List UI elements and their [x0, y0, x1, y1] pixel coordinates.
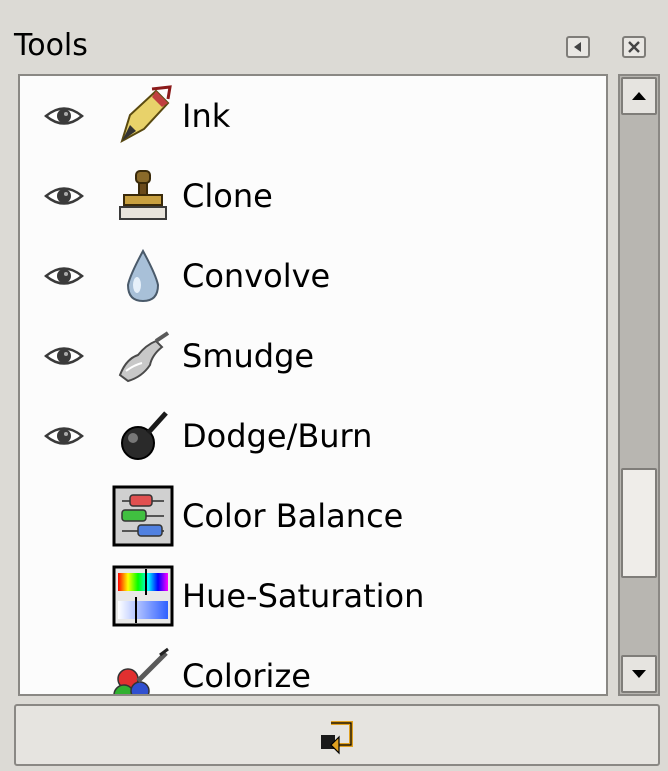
tools-list[interactable]: Ink Clone Convolve Smudge Dodge/Burn Col…: [18, 74, 608, 696]
smudge-finger-icon: [118, 331, 170, 383]
ink-pen-icon: [120, 85, 172, 144]
list-item[interactable]: Hue-Saturation: [20, 556, 606, 636]
panel-title: Tools: [14, 28, 88, 63]
color-balance-icon: [112, 485, 174, 547]
dodge-burn-icon: [121, 411, 168, 460]
hue-saturation-icon: [112, 565, 174, 627]
eye-icon[interactable]: [44, 103, 84, 129]
list-item[interactable]: Smudge: [20, 316, 606, 396]
tool-label: Smudge: [182, 337, 315, 375]
eye-icon[interactable]: [44, 423, 84, 449]
clone-stamp-icon: [119, 170, 167, 220]
vertical-scrollbar[interactable]: [618, 74, 660, 696]
tool-label: Hue-Saturation: [182, 577, 425, 615]
eye-icon[interactable]: [44, 343, 84, 369]
convolve-drop-icon: [126, 248, 160, 303]
list-item[interactable]: Dodge/Burn: [20, 396, 606, 476]
reset-icon: [321, 721, 353, 755]
tool-label: Colorize: [182, 657, 311, 695]
close-icon: [628, 41, 640, 53]
eye-icon[interactable]: [44, 183, 84, 209]
panel-titlebar: Tools: [0, 0, 668, 72]
scroll-down-button[interactable]: [621, 655, 657, 693]
list-item[interactable]: Convolve: [20, 236, 606, 316]
scrollbar-thumb[interactable]: [621, 468, 657, 578]
tool-label: Color Balance: [182, 497, 404, 535]
panel-close-button[interactable]: [622, 36, 646, 58]
eye-icon[interactable]: [44, 263, 84, 289]
tool-label: Dodge/Burn: [182, 417, 373, 455]
tool-label: Clone: [182, 177, 273, 215]
list-item[interactable]: Color Balance: [20, 476, 606, 556]
triangle-up-icon: [632, 92, 646, 100]
tool-label: Convolve: [182, 257, 331, 295]
list-item[interactable]: Clone: [20, 156, 606, 236]
list-item[interactable]: Ink: [20, 76, 606, 156]
triangle-left-icon: [574, 42, 581, 52]
triangle-down-icon: [632, 670, 646, 678]
colorize-icon: [113, 647, 169, 694]
scroll-up-button[interactable]: [621, 77, 657, 115]
tool-label: Ink: [182, 97, 231, 135]
list-item[interactable]: Colorize: [20, 636, 606, 695]
panel-menu-button[interactable]: [566, 36, 590, 58]
reset-button[interactable]: [14, 704, 660, 766]
